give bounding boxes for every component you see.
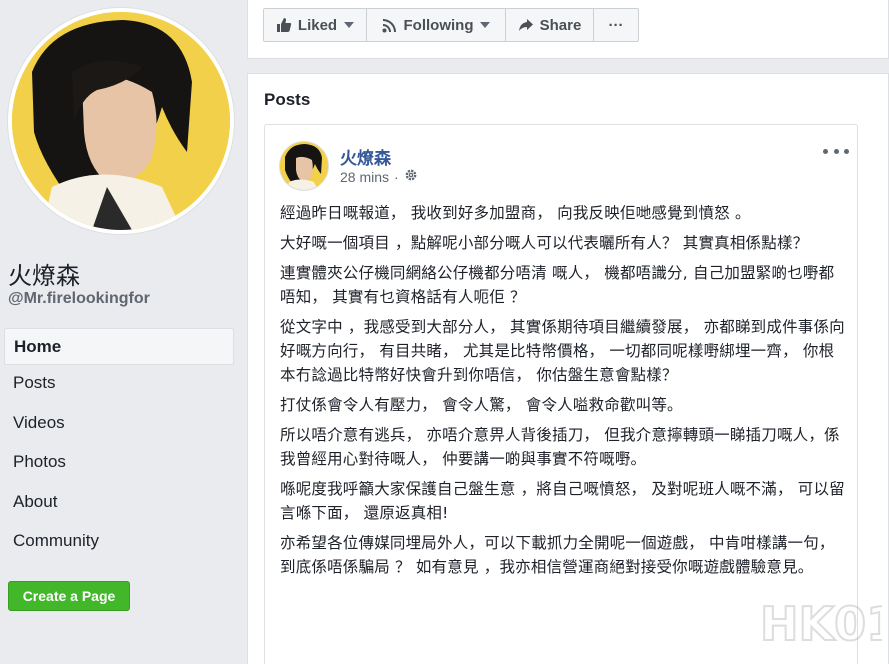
share-button[interactable]: Share — [506, 8, 594, 42]
page-actions: Liked Following Share ··· — [263, 8, 639, 42]
share-label: Share — [539, 16, 582, 34]
sidebar-nav: Home Posts Videos Photos About Community — [4, 328, 234, 563]
sidebar-item-home[interactable]: Home — [4, 328, 234, 365]
liked-button[interactable]: Liked — [263, 8, 367, 42]
profile-picture[interactable] — [8, 8, 234, 234]
following-label: Following — [403, 16, 474, 34]
post-author-avatar[interactable] — [279, 141, 329, 191]
watermark-text: HK01 — [760, 597, 882, 651]
post-paragraph: 所以唔介意有逃兵， 亦唔介意畀人背後插刀， 但我介意擰轉頭一睇插刀嘅人，係我曾經… — [280, 426, 840, 468]
rss-icon — [382, 17, 398, 33]
page-name: 火燎森 — [8, 263, 80, 290]
more-dots-icon: ··· — [608, 16, 624, 34]
more-options-button[interactable]: ··· — [594, 8, 639, 42]
share-arrow-icon — [518, 17, 534, 33]
post-paragraph: 連實體夾公仔機同網絡公仔機都分唔清 嘅人， 機都唔識分, 自己加盟緊啲乜嘢都唔知… — [280, 264, 835, 306]
post-paragraph: 從文字中 ，我感受到大部分人， 其實係期待項目繼續發展， 亦都睇到成件事係向好嘅… — [280, 318, 845, 384]
post-text: 經過昨日嘅報道， 我收到好多加盟商， 向我反映佢哋感覺到憤怒 。 大好嘅一個項目… — [280, 201, 846, 585]
post-options-button[interactable] — [823, 141, 849, 161]
post-paragraph: 亦希望各位傳媒同埋局外人，可以下載抓力全開呢一個遊戲， 中肯咁樣講一句，到底係唔… — [280, 534, 835, 576]
post-paragraph: 經過昨日嘅報道， 我收到好多加盟商， 向我反映佢哋感覺到憤怒 。 — [280, 204, 751, 222]
watermark-logo: HK01 — [759, 596, 882, 652]
chevron-down-icon — [480, 22, 491, 28]
separator-dot: · — [394, 168, 399, 185]
posts-section-title: Posts — [264, 90, 311, 109]
post-author-name[interactable]: 火燎森 — [340, 144, 391, 169]
post-timestamp: 28 mins · — [340, 168, 418, 185]
post-paragraph: 大好嘅一個項目 ，點解呢小部分嘅人可以代表曬所有人？ 其實真相係點樣？ — [280, 234, 809, 252]
create-page-button[interactable]: Create a Page — [8, 581, 130, 611]
post-paragraph: 喺呢度我呼籲大家保護自己盤生意 ，將自己嘅憤怒， 及對呢班人嘅不滿， 可以留言喺… — [280, 480, 845, 522]
sidebar-item-about[interactable]: About — [4, 484, 234, 524]
chevron-down-icon — [344, 22, 355, 28]
sidebar-item-posts[interactable]: Posts — [4, 365, 234, 405]
sidebar-item-photos[interactable]: Photos — [4, 444, 234, 484]
sidebar-item-community[interactable]: Community — [4, 523, 234, 563]
dot-icon — [844, 148, 849, 154]
sidebar-item-videos[interactable]: Videos — [4, 405, 234, 445]
thumbs-up-icon — [276, 17, 292, 33]
avatar — [280, 142, 328, 190]
dot-icon — [823, 148, 828, 154]
profile-photo — [12, 12, 230, 230]
post-paragraph: 打仗係會令人有壓力， 會令人驚， 會令人嗌救命歡叫等。 — [280, 396, 683, 414]
page-handle[interactable]: @Mr.firelookingfor — [8, 290, 150, 308]
following-button[interactable]: Following — [367, 8, 506, 42]
gear-icon[interactable] — [404, 168, 418, 185]
dot-icon — [833, 148, 839, 154]
liked-label: Liked — [297, 16, 338, 34]
post-time-label[interactable]: 28 mins — [340, 169, 389, 185]
